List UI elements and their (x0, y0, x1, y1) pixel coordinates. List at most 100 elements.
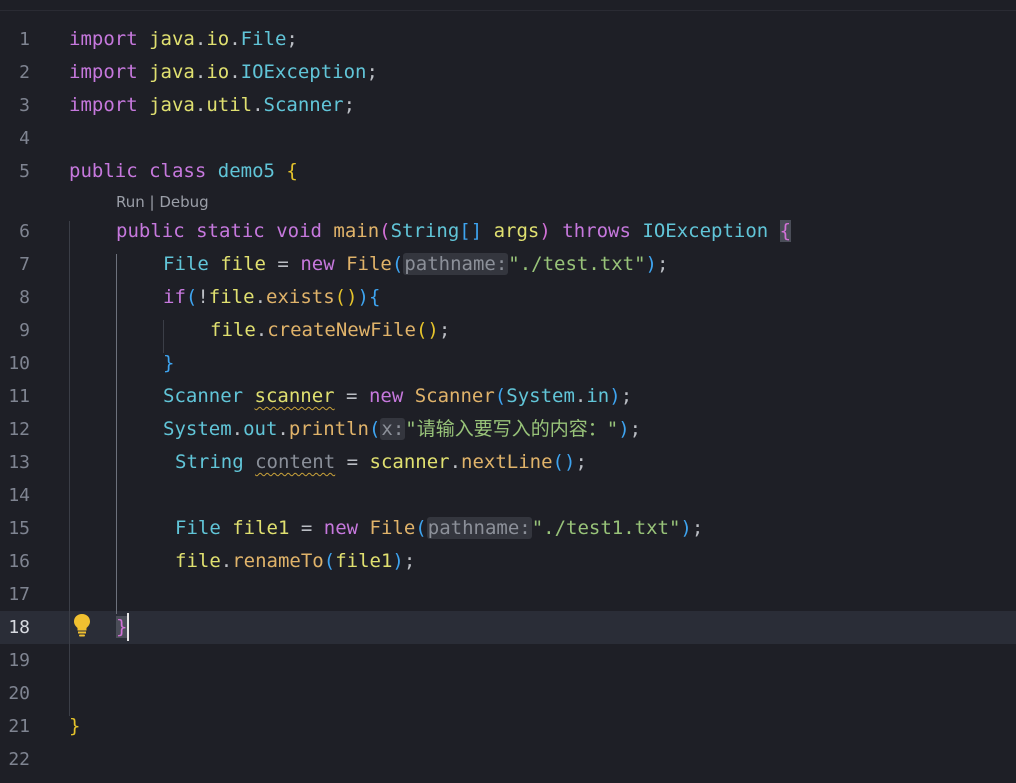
code-token: File (163, 253, 209, 275)
code-token: . (254, 286, 267, 308)
line-number[interactable]: 5 (0, 155, 30, 188)
code-token: import (69, 28, 138, 50)
code-token: Scanner (263, 94, 344, 116)
code-token: System (163, 418, 232, 440)
line-number[interactable]: 19 (0, 644, 30, 677)
code-token: = (289, 517, 324, 539)
code-line[interactable]: 16 file.renameTo(file1); (0, 545, 1016, 578)
lightbulb-icon[interactable] (72, 612, 92, 638)
code-text[interactable]: } (116, 611, 128, 644)
code-text[interactable]: import java.io.IOException; (69, 56, 378, 89)
line-number[interactable]: 8 (0, 281, 30, 314)
code-line[interactable]: 9 file.createNewFile(); (0, 314, 1016, 347)
code-line[interactable]: 19 (0, 644, 1016, 677)
code-line[interactable]: 20 (0, 677, 1016, 710)
line-number[interactable]: 7 (0, 248, 30, 281)
code-token: new (368, 385, 404, 407)
code-line[interactable]: 1 import java.io.File; (0, 23, 1016, 56)
code-token: ) (609, 385, 621, 407)
code-token: . (229, 28, 241, 50)
code-text[interactable]: File file = new File(pathname:"./test.tx… (163, 248, 668, 281)
code-text[interactable]: import java.io.File; (69, 23, 298, 56)
code-text[interactable]: } (69, 710, 80, 743)
code-line[interactable]: 3 import java.util.Scanner; (0, 89, 1016, 122)
code-token: . (574, 385, 587, 407)
code-line[interactable]: 8 if(!file.exists()){ (0, 281, 1016, 314)
code-token: . (255, 319, 268, 341)
code-token: ; (620, 385, 633, 407)
code-line[interactable]: 6 public static void main(String[] args) … (0, 215, 1016, 248)
code-token: void (276, 220, 322, 242)
code-text[interactable]: Scanner scanner = new Scanner(System.in)… (163, 380, 632, 413)
line-number[interactable]: 3 (0, 89, 30, 122)
code-token: File (240, 28, 287, 50)
line-number[interactable]: 9 (0, 314, 30, 347)
code-line[interactable]: 5 public class demo5 { (0, 155, 1016, 188)
code-text[interactable]: import java.util.Scanner; (69, 89, 355, 122)
code-text[interactable]: File file1 = new File(pathname:"./test1.… (175, 512, 703, 545)
line-number[interactable]: 11 (0, 380, 30, 413)
code-text[interactable]: public static void main(String[] args) t… (116, 215, 792, 248)
editor-top-border (0, 0, 1016, 11)
line-number[interactable]: 2 (0, 56, 30, 89)
code-text[interactable]: file.renameTo(file1); (175, 545, 415, 578)
line-number[interactable]: 20 (0, 677, 30, 710)
code-line[interactable]: 4 (0, 122, 1016, 155)
line-number[interactable]: 17 (0, 578, 30, 611)
code-token: ( (494, 385, 507, 407)
code-line[interactable]: 15 File file1 = new File(pathname:"./test… (0, 512, 1016, 545)
code-line[interactable]: 12 System.out.println(x:"请输入要写入的内容："); (0, 413, 1016, 446)
code-text[interactable]: file.createNewFile(); (210, 314, 450, 347)
code-token: { (779, 220, 792, 242)
code-token: . (229, 61, 241, 83)
code-token: pathname: (403, 253, 509, 275)
code-line[interactable]: 10} (0, 347, 1016, 380)
code-editor[interactable]: 1 import java.io.File; 2 import java.io.IOE… (0, 0, 1016, 783)
indent-guide (163, 320, 164, 353)
code-token: scanner (254, 385, 335, 407)
line-number[interactable]: 18 (0, 611, 30, 644)
code-line[interactable]: 11 Scanner scanner = new Scanner(System.i… (0, 380, 1016, 413)
code-line[interactable]: 14 (0, 479, 1016, 512)
code-text[interactable]: } (163, 347, 174, 380)
line-number[interactable]: 22 (0, 743, 30, 776)
line-number[interactable]: 1 (0, 23, 30, 56)
line-number[interactable]: 14 (0, 479, 30, 512)
line-number[interactable]: 6 (0, 215, 30, 248)
code-token: ( (323, 550, 336, 572)
code-line[interactable]: 13 String content = scanner.nextLine(); (0, 446, 1016, 479)
code-token: () (334, 286, 358, 308)
code-line[interactable]: 18} (0, 611, 1016, 644)
code-text[interactable]: public class demo5 { (69, 155, 298, 188)
line-number[interactable]: 13 (0, 446, 30, 479)
line-number[interactable]: 10 (0, 347, 30, 380)
code-token: () (415, 319, 439, 341)
code-token: throws (562, 220, 631, 242)
code-token: ( (379, 220, 391, 242)
code-token: out (243, 418, 278, 440)
code-line[interactable]: 2 import java.io.IOException; (0, 56, 1016, 89)
code-token: . (277, 418, 289, 440)
code-line[interactable]: 17 (0, 578, 1016, 611)
code-text[interactable]: System.out.println(x:"请输入要写入的内容："); (163, 413, 641, 446)
codelens-run-debug[interactable]: Run | Debug (116, 192, 209, 212)
line-number[interactable]: 21 (0, 710, 30, 743)
code-line[interactable]: 7 File file = new File(pathname:"./test.t… (0, 248, 1016, 281)
code-text[interactable]: if(!file.exists()){ (163, 281, 380, 314)
line-number[interactable]: 16 (0, 545, 30, 578)
code-token: IOException (642, 220, 769, 242)
code-text[interactable]: String content = scanner.nextLine(); (175, 446, 587, 479)
line-number[interactable]: 15 (0, 512, 30, 545)
code-line[interactable]: 22 (0, 743, 1016, 776)
line-number[interactable]: 12 (0, 413, 30, 446)
indent-guide (69, 221, 70, 716)
code-line[interactable]: 21} (0, 710, 1016, 743)
code-token: ( (391, 253, 404, 275)
line-number[interactable]: 4 (0, 122, 30, 155)
